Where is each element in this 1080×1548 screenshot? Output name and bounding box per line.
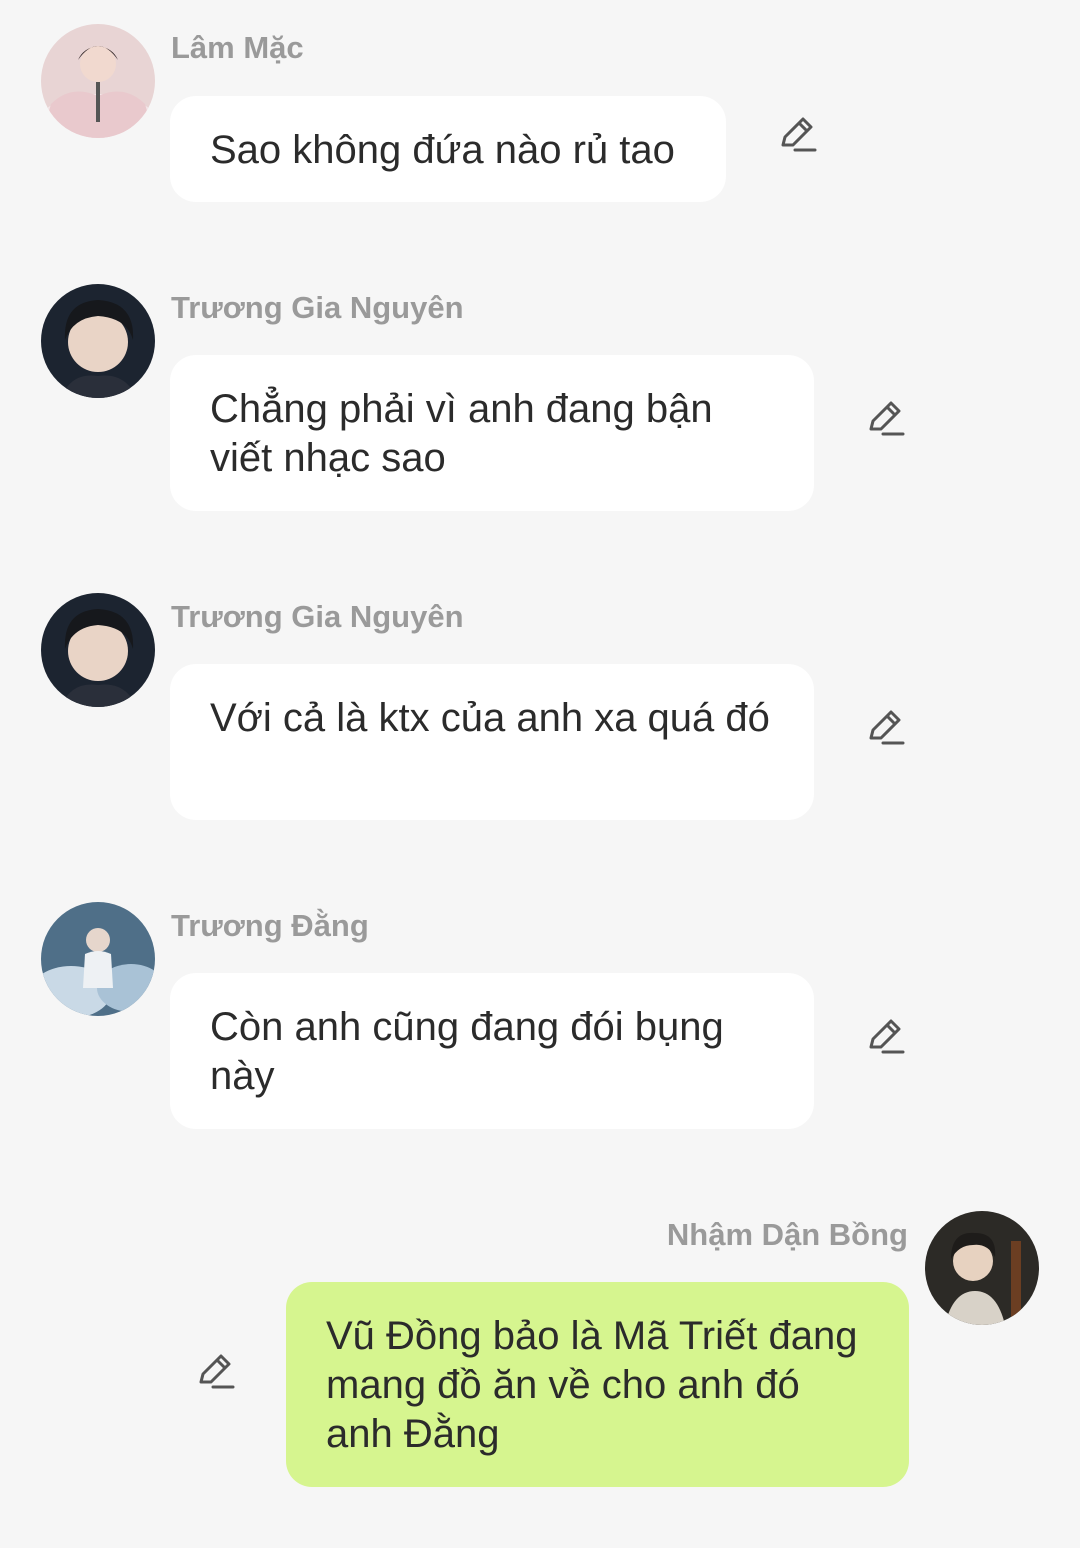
message-text: Vũ Đồng bảo là Mã Triết đang mang đồ ăn … <box>326 1314 858 1456</box>
avatar-photo-icon <box>925 1211 1039 1325</box>
pencil-icon <box>869 710 905 745</box>
message-text: Còn anh cũng đang đói bụng này <box>210 1005 724 1098</box>
edit-message-button[interactable] <box>777 115 817 155</box>
edit-message-button[interactable] <box>865 1017 905 1057</box>
pencil-icon <box>869 1019 905 1054</box>
pencil-icon <box>199 1354 235 1389</box>
message-text: Với cả là ktx của anh xa quá đó <box>210 696 770 740</box>
sender-name: Trương Đằng <box>171 908 369 943</box>
edit-message-button[interactable] <box>865 708 905 748</box>
avatar-photo-icon <box>41 24 155 138</box>
avatar[interactable] <box>925 1211 1039 1325</box>
message-bubble[interactable]: Chẳng phải vì anh đang bận viết nhạc sao <box>170 355 814 511</box>
avatar[interactable] <box>41 902 155 1016</box>
edit-message-button[interactable] <box>195 1352 235 1392</box>
sender-name: Trương Gia Nguyên <box>171 290 464 325</box>
avatar-photo-icon <box>41 902 155 1016</box>
avatar-photo-icon <box>41 593 155 707</box>
pencil-icon <box>869 401 905 436</box>
avatar[interactable] <box>41 24 155 138</box>
pencil-icon <box>781 117 817 152</box>
message-bubble[interactable]: Còn anh cũng đang đói bụng này <box>170 973 814 1129</box>
edit-message-button[interactable] <box>865 399 905 439</box>
message-bubble[interactable]: Vũ Đồng bảo là Mã Triết đang mang đồ ăn … <box>286 1282 909 1487</box>
avatar[interactable] <box>41 593 155 707</box>
avatar-photo-icon <box>41 284 155 398</box>
message-bubble[interactable]: Với cả là ktx của anh xa quá đó <box>170 664 814 820</box>
sender-name: Lâm Mặc <box>171 30 304 65</box>
message-bubble[interactable]: Sao không đứa nào rủ tao <box>170 96 726 202</box>
message-text: Sao không đứa nào rủ tao <box>210 128 675 172</box>
message-text: Chẳng phải vì anh đang bận viết nhạc sao <box>210 387 713 480</box>
sender-name: Trương Gia Nguyên <box>171 599 464 634</box>
sender-name: Nhậm Dận Bồng <box>666 1217 908 1252</box>
avatar[interactable] <box>41 284 155 398</box>
